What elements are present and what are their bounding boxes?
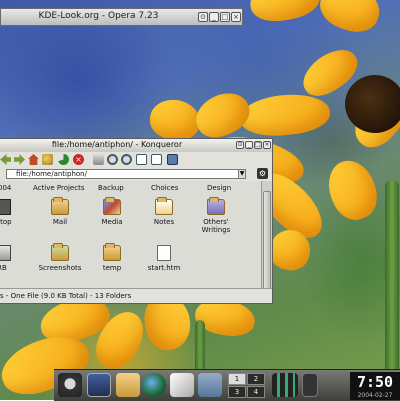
kde-app-icon[interactable] bbox=[198, 373, 222, 397]
minimize-button[interactable]: _ bbox=[209, 12, 219, 22]
detailed-view-icon[interactable] bbox=[151, 154, 162, 165]
browser-globe-icon[interactable] bbox=[142, 373, 166, 397]
list-item[interactable]: 004 bbox=[0, 184, 11, 192]
clock-time: 7:50 bbox=[356, 373, 394, 391]
opera-window[interactable]: KDE-Look.org - Opera 7.23 ⊙ _ □ × bbox=[0, 8, 243, 26]
konqueror-toolbar: × bbox=[0, 152, 272, 168]
print-icon[interactable] bbox=[93, 154, 104, 165]
pager-desktop-2[interactable]: 2 bbox=[247, 373, 265, 385]
list-item[interactable]: Media bbox=[84, 197, 140, 226]
pager-desktop-3[interactable]: 3 bbox=[228, 386, 246, 398]
terminal-icon[interactable] bbox=[87, 373, 111, 397]
opera-window-title: KDE-Look.org - Opera 7.23 bbox=[38, 11, 159, 21]
folder-writings-icon bbox=[207, 197, 225, 215]
home-folder-icon[interactable] bbox=[116, 373, 140, 397]
file-view[interactable]: 004 Active Projects Backup Choices Desig… bbox=[0, 181, 262, 289]
up-icon[interactable] bbox=[14, 154, 25, 165]
html-file-icon bbox=[157, 245, 171, 261]
folder-icon bbox=[103, 243, 121, 261]
list-item[interactable]: Screenshots bbox=[32, 243, 88, 272]
clock-date: 2004-02-27 bbox=[357, 392, 393, 399]
folder-notes-icon bbox=[155, 197, 173, 215]
close-button[interactable]: × bbox=[231, 12, 241, 22]
maximize-button[interactable]: □ bbox=[254, 141, 262, 149]
list-item[interactable]: Notes bbox=[136, 197, 192, 226]
pager-desktop-4[interactable]: 4 bbox=[247, 386, 265, 398]
bookmark-icon[interactable] bbox=[42, 154, 53, 165]
maximize-button[interactable]: □ bbox=[220, 12, 230, 22]
gear-icon[interactable]: ⚙ bbox=[257, 168, 268, 179]
list-item[interactable]: Choices bbox=[151, 184, 178, 192]
icon-view-icon[interactable] bbox=[136, 154, 147, 165]
list-item[interactable]: Backup bbox=[98, 184, 124, 192]
stop-icon[interactable]: × bbox=[73, 154, 84, 165]
reload-icon[interactable] bbox=[58, 154, 69, 165]
list-item[interactable]: RB bbox=[0, 245, 30, 272]
vertical-scrollbar[interactable] bbox=[261, 181, 272, 293]
list-item[interactable]: Mail bbox=[32, 197, 88, 226]
konqueror-window[interactable]: file:/home/antiphon/ - Konqueror ⊙ _ □ ×… bbox=[0, 138, 273, 304]
mail-icon[interactable] bbox=[170, 373, 194, 397]
folder-desktop-icon bbox=[0, 199, 11, 215]
folder-media-icon bbox=[103, 197, 121, 215]
clock[interactable]: 7:50 2004-02-27 bbox=[350, 372, 400, 400]
location-dropdown-icon[interactable]: ▼ bbox=[238, 169, 246, 179]
list-item[interactable]: Active Projects bbox=[33, 184, 84, 192]
location-bar: file:/home/antiphon/ ▼ ⚙ bbox=[0, 167, 272, 182]
konqueror-window-title: file:/home/antiphon/ - Konqueror bbox=[51, 140, 183, 149]
sticky-button[interactable]: ⊙ bbox=[198, 12, 208, 22]
system-monitor-icon[interactable] bbox=[272, 373, 298, 397]
close-button[interactable]: × bbox=[263, 141, 271, 149]
pager-desktop-1[interactable]: 1 bbox=[228, 373, 246, 385]
back-icon[interactable] bbox=[0, 154, 11, 165]
zoom-out-icon[interactable] bbox=[121, 154, 132, 165]
list-item[interactable]: temp bbox=[84, 243, 140, 272]
minimize-button[interactable]: _ bbox=[245, 141, 253, 149]
tray-icon[interactable] bbox=[302, 373, 318, 397]
desktop-pager: 1 2 3 4 bbox=[228, 373, 266, 399]
konqueror-titlebar[interactable]: file:/home/antiphon/ - Konqueror ⊙ _ □ × bbox=[0, 139, 272, 153]
sticky-button[interactable]: ⊙ bbox=[236, 141, 244, 149]
scrollbar-thumb[interactable] bbox=[263, 191, 271, 293]
split-view-icon[interactable] bbox=[167, 154, 178, 165]
folder-mail-icon bbox=[51, 197, 69, 215]
location-value: file:/home/antiphon/ bbox=[16, 170, 87, 178]
kde-menu-icon[interactable] bbox=[58, 373, 82, 397]
zoom-in-icon[interactable] bbox=[107, 154, 118, 165]
list-item[interactable]: Design bbox=[207, 184, 231, 192]
list-item[interactable]: Others' Writings bbox=[188, 197, 244, 234]
list-item[interactable]: sktop bbox=[0, 199, 30, 226]
folder-rb-icon bbox=[0, 245, 11, 261]
folder-screenshots-icon bbox=[51, 243, 69, 261]
status-bar: s - One File (9.0 KB Total) - 13 Folders bbox=[0, 288, 272, 303]
kde-panel: 1 2 3 4 7:50 2004-02-27 bbox=[54, 369, 400, 401]
location-input[interactable]: file:/home/antiphon/ bbox=[6, 169, 240, 179]
home-icon[interactable] bbox=[28, 154, 39, 165]
list-item[interactable]: start.htm bbox=[136, 245, 192, 272]
